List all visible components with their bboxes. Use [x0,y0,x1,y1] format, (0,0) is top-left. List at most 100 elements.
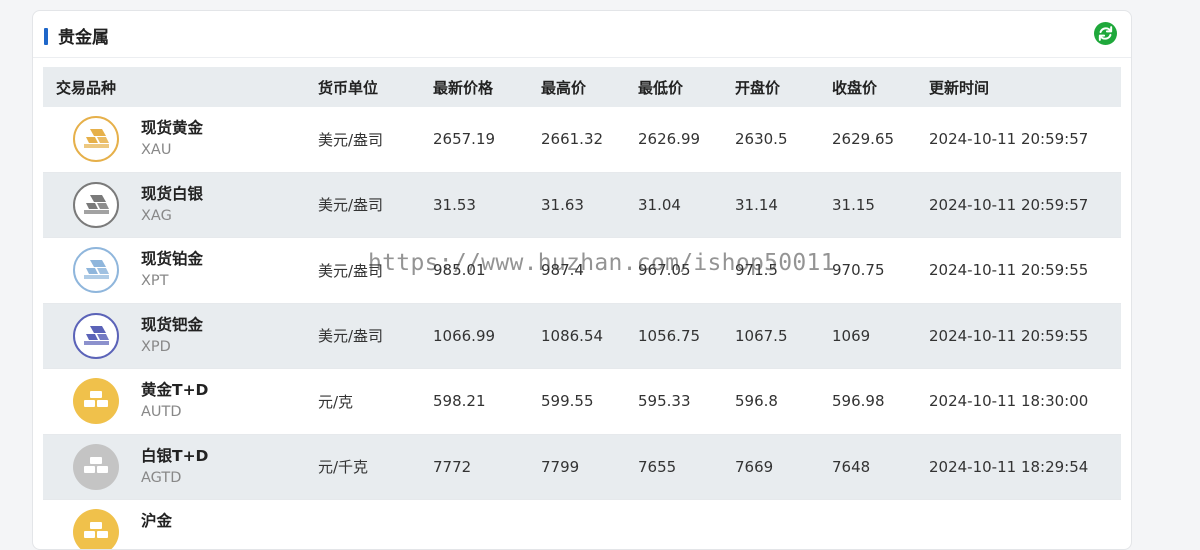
panel-header: 贵金属 [33,11,1131,58]
table-row: 白银T+D AGTD 元/千克 7772 7799 7655 7669 7648 2024-10… [43,434,1121,500]
instrument-cell: 现货铂金 XPT [43,238,313,303]
latest-price-cell: 1066.99 [433,326,496,345]
low-price-cell: 1056.75 [638,326,701,345]
gold-bars-icon [73,116,119,162]
header-low: 最低价 [638,78,684,97]
refresh-arrows [1098,26,1113,41]
silver-bars-icon [73,443,119,490]
gold-bars-icon [73,509,119,549]
platinum-bars-icon [73,247,119,293]
instrument-code: AGTD [141,469,182,486]
silver-bars-icon [73,181,119,228]
instrument-name-block: 沪金 [141,510,172,532]
update-time-cell: 2024-10-11 18:30:00 [929,392,1089,411]
instrument-name-block: 现货铂金 XPT [141,248,203,292]
instrument-code: XPT [141,273,169,289]
instrument-cell: 黄金T+D AUTD [43,369,313,434]
low-price-cell: 967.05 [638,261,691,280]
open-price-cell: 2630.5 [735,130,788,149]
open-price-cell: 971.5 [735,261,778,280]
instrument-name-block: 现货钯金 XPD [141,314,203,358]
instrument-name-block: 黄金T+D AUTD [141,379,208,423]
close-price-cell: 31.15 [832,195,875,214]
latest-price-cell: 7772 [433,457,472,476]
latest-price-cell: 985.01 [433,261,486,280]
low-price-cell: 31.04 [638,195,681,214]
open-price-cell: 1067.5 [735,326,788,345]
update-time-cell: 2024-10-11 18:29:54 [929,457,1089,476]
open-price-cell: 7669 [735,457,774,476]
instrument-name: 现货黄金 [141,119,204,137]
precious-metals-panel: 贵金属 交易品种 货币单位 最新价格 最高价 最低价 开盘价 收盘价 更新时间 … [32,10,1132,550]
high-price-cell: 987.4 [541,261,584,280]
high-price-cell: 31.63 [541,195,584,214]
instrument-name: 白银T+D [141,446,209,465]
high-price-cell: 7799 [541,457,580,476]
table-header: 交易品种 货币单位 最新价格 最高价 最低价 开盘价 收盘价 更新时间 [43,67,1121,107]
table-body: 现货黄金 XAU 美元/盎司 2657.19 2661.32 2626.99 2630.5 2… [43,107,1121,549]
instrument-name: 沪金 [141,512,173,530]
high-price-cell: 1086.54 [541,326,604,345]
latest-price-cell: 598.21 [433,392,486,411]
panel-title: 贵金属 [58,28,109,48]
palladium-bars-icon [73,312,119,359]
open-price-cell: 31.14 [735,195,778,214]
close-price-cell: 1069 [832,326,871,345]
table-row: 现货黄金 XAU 美元/盎司 2657.19 2661.32 2626.99 2630.5 2… [43,107,1121,173]
instrument-name: 黄金T+D [141,381,209,399]
instrument-cell: 现货白银 XAG [43,173,313,238]
low-price-cell: 595.33 [638,392,691,411]
instrument-name: 现货白银 [141,184,204,203]
header-instrument: 交易品种 [56,78,117,97]
gold-bars-icon [73,378,119,424]
instrument-code: XAU [141,142,172,158]
refresh-icon[interactable] [1094,22,1117,45]
unit-cell: 美元/盎司 [318,261,384,280]
header-unit: 货币单位 [318,78,379,97]
latest-price-cell: 31.53 [433,195,476,214]
instrument-cell: 现货钯金 XPD [43,304,313,369]
high-price-cell: 2661.32 [541,130,604,149]
update-time-cell: 2024-10-11 20:59:55 [929,261,1089,280]
instrument-name-block: 现货白银 XAG [141,183,203,227]
instrument-code: XAG [141,207,172,224]
instrument-name-block: 白银T+D AGTD [141,445,208,489]
header-high: 最高价 [541,78,587,97]
instrument-name: 现货铂金 [141,250,204,268]
close-price-cell: 2629.65 [832,130,895,149]
table-row: 现货白银 XAG 美元/盎司 31.53 31.63 31.04 31.14 31.15 202… [43,172,1121,238]
header-update-time: 更新时间 [929,78,990,97]
update-time-cell: 2024-10-11 20:59:57 [929,130,1089,149]
unit-cell: 美元/盎司 [318,327,384,346]
unit-cell: 美元/盎司 [318,196,384,215]
instrument-cell: 现货黄金 XAU [43,107,313,172]
update-time-cell: 2024-10-11 20:59:57 [929,195,1089,214]
low-price-cell: 7655 [638,457,677,476]
title-accent-bar [44,28,48,45]
table-row: 现货钯金 XPD 美元/盎司 1066.99 1086.54 1056.75 1067.5 1… [43,303,1121,369]
table-row: 沪金 [43,500,1121,549]
unit-cell: 美元/盎司 [318,130,384,149]
close-price-cell: 970.75 [832,261,885,280]
update-time-cell: 2024-10-11 20:59:55 [929,326,1089,345]
table-row: 现货铂金 XPT 美元/盎司 985.01 987.4 967.05 971.5 970.75… [43,238,1121,304]
high-price-cell: 599.55 [541,392,594,411]
header-open: 开盘价 [735,78,781,97]
close-price-cell: 7648 [832,457,871,476]
latest-price-cell: 2657.19 [433,130,496,149]
unit-cell: 元/克 [318,392,354,411]
instrument-name: 现货钯金 [141,315,204,334]
close-price-cell: 596.98 [832,392,885,411]
instrument-name-block: 现货黄金 XAU [141,117,203,161]
open-price-cell: 596.8 [735,392,778,411]
instrument-code: AUTD [141,404,182,420]
unit-cell: 元/千克 [318,458,369,477]
header-close: 收盘价 [832,78,878,97]
instrument-cell: 沪金 [43,500,313,549]
header-latest: 最新价格 [433,78,494,97]
instrument-code: XPD [141,338,171,355]
instrument-cell: 白银T+D AGTD [43,435,313,500]
low-price-cell: 2626.99 [638,130,701,149]
quotes-table: 交易品种 货币单位 最新价格 最高价 最低价 开盘价 收盘价 更新时间 现货黄金… [43,67,1121,549]
table-row: 黄金T+D AUTD 元/克 598.21 599.55 595.33 596.8 596.9… [43,369,1121,435]
